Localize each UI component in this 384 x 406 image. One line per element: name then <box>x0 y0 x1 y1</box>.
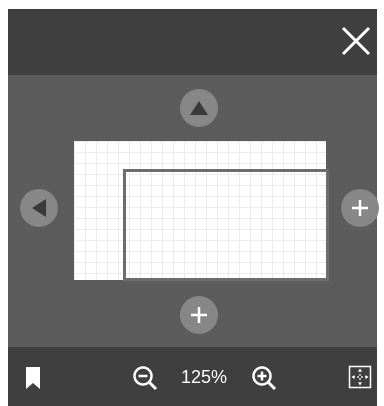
fit-to-screen-icon <box>348 365 372 389</box>
visible-area-frame[interactable] <box>123 169 329 281</box>
pan-down-button[interactable] <box>180 296 218 334</box>
plus-icon <box>352 200 368 216</box>
zoom-in-icon <box>252 366 277 391</box>
page-thumbnail[interactable] <box>74 141 329 281</box>
navigator-toolbar: 125% <box>8 347 377 406</box>
close-icon <box>341 26 371 56</box>
navigator-panel: 125% <box>8 9 379 406</box>
pan-up-button[interactable] <box>180 89 218 127</box>
bookmark-icon <box>26 367 40 389</box>
navigator-header <box>8 9 377 75</box>
fit-to-screen-button[interactable] <box>347 364 373 390</box>
plus-icon <box>191 307 207 323</box>
zoom-level: 125% <box>180 367 228 387</box>
pan-right-button[interactable] <box>341 189 379 227</box>
navigator-viewport <box>8 75 379 347</box>
zoom-in-button[interactable] <box>250 364 278 392</box>
close-button[interactable] <box>339 24 373 58</box>
zoom-out-icon <box>133 366 158 391</box>
bookmark-button[interactable] <box>24 365 42 391</box>
zoom-out-button[interactable] <box>131 364 159 392</box>
triangle-left-icon <box>32 199 46 217</box>
pan-left-button[interactable] <box>20 189 58 227</box>
triangle-up-icon <box>190 101 208 115</box>
